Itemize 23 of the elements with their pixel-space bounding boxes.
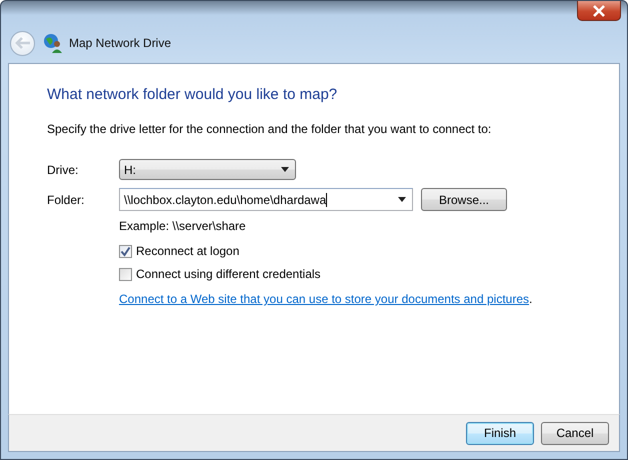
dialog-button[interactable]: Cancel: [541, 422, 609, 444]
window-title: Map Network Drive: [69, 36, 172, 50]
drive-dropdown[interactable]: H:: [119, 159, 296, 180]
example-text: Example: \\server\share: [119, 219, 247, 235]
browse-button[interactable]: Browse...: [421, 188, 507, 211]
dialog-button[interactable]: Finish: [466, 422, 534, 444]
web-site-link[interactable]: Connect to a Web site that you can use to store your documents and pictures: [119, 292, 530, 306]
folder-combo-field[interactable]: \\lochbox.clayton.edu\home\dhardawa: [119, 188, 413, 211]
link-sentence: Connect to a Web site that you can use to store your documents and pictures.: [119, 292, 532, 306]
checkbox-label: Reconnect at logon: [136, 244, 240, 258]
field-label: Folder:: [47, 192, 86, 206]
back-arrow-icon: [14, 36, 32, 50]
checkbox[interactable]: [119, 268, 132, 280]
instructions-text: Specify the drive letter for the connection and the folder that you want to connect to:: [47, 122, 492, 136]
page-heading: What network folder would you like to map?: [47, 86, 338, 103]
checkbox[interactable]: [119, 244, 132, 258]
close-icon: [592, 4, 606, 16]
checkbox-label: Connect using different credentials: [136, 267, 321, 281]
network-globe-icon: [43, 33, 63, 53]
field-label: Drive:: [47, 162, 80, 176]
dropdown-arrow-icon: [398, 197, 406, 202]
close-button[interactable]: [577, 1, 621, 21]
dropdown-arrow-icon: [281, 167, 289, 172]
